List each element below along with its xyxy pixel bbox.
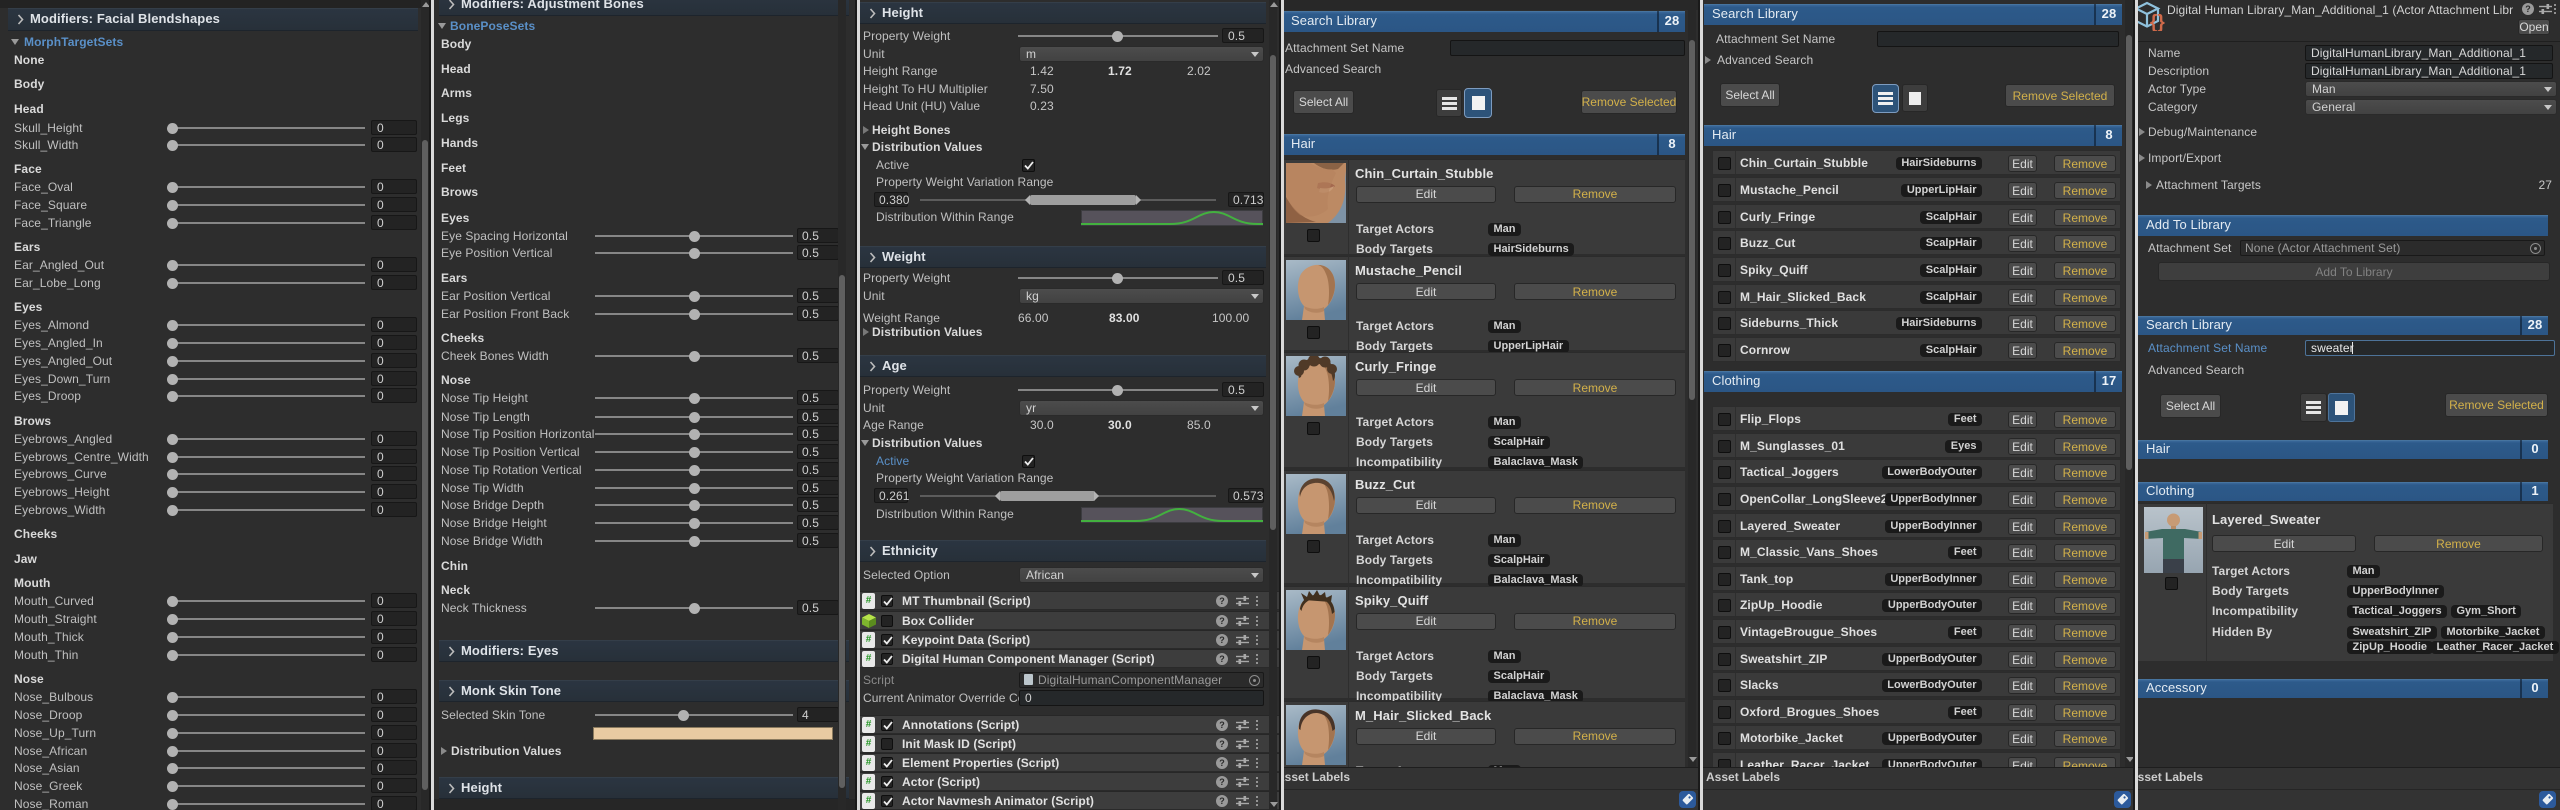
svg-text:{}: {} [2150, 12, 2165, 31]
